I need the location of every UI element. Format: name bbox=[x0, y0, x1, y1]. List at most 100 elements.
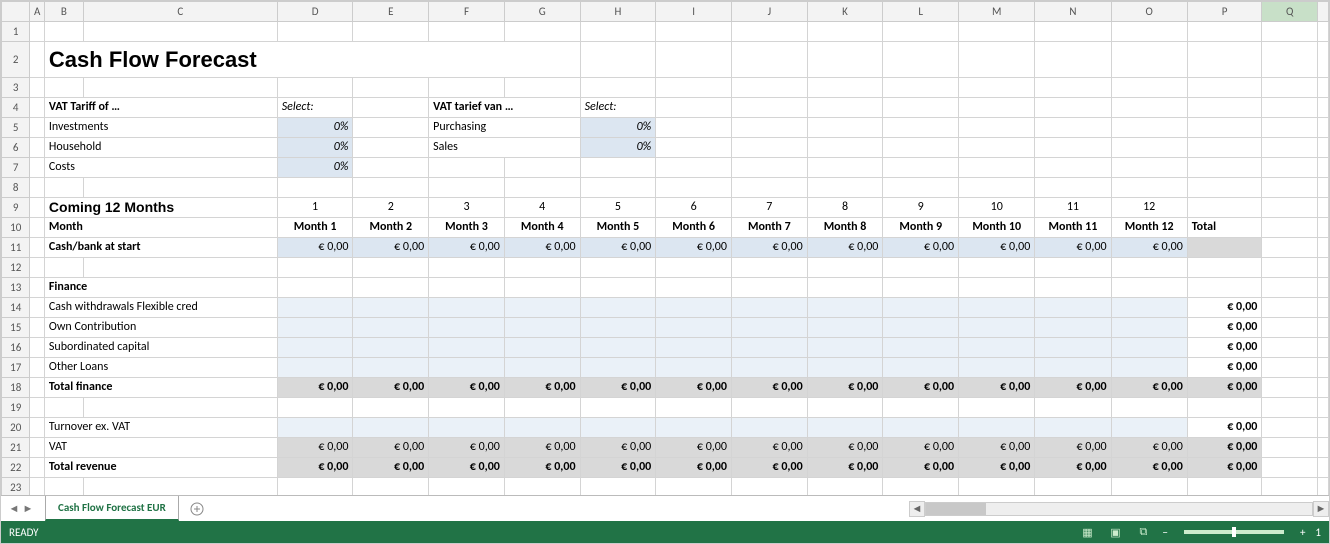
col-header-F[interactable]: F bbox=[429, 2, 505, 22]
finance-input-cell[interactable] bbox=[959, 358, 1035, 378]
sheet-tab-active[interactable]: Cash Flow Forecast EUR bbox=[45, 496, 179, 521]
finance-input-cell[interactable] bbox=[883, 318, 959, 338]
col-header-I[interactable]: I bbox=[656, 2, 732, 22]
cash-bank-value[interactable]: € 0,00 bbox=[1035, 238, 1111, 258]
view-pagebreak-icon[interactable]: ⧉ bbox=[1134, 524, 1152, 540]
row-header-4[interactable]: 4 bbox=[2, 98, 30, 118]
turnover-input-cell[interactable] bbox=[883, 418, 959, 438]
turnover-input-cell[interactable] bbox=[580, 418, 656, 438]
finance-input-cell[interactable] bbox=[504, 338, 580, 358]
turnover-input-cell[interactable] bbox=[731, 418, 807, 438]
view-normal-icon[interactable]: ▦ bbox=[1078, 524, 1096, 540]
cash-bank-value[interactable]: € 0,00 bbox=[429, 238, 505, 258]
col-header-E[interactable]: E bbox=[353, 2, 429, 22]
finance-input-cell[interactable] bbox=[429, 298, 505, 318]
finance-input-cell[interactable] bbox=[1111, 298, 1187, 318]
row-header-20[interactable]: 20 bbox=[2, 418, 30, 438]
turnover-input-cell[interactable] bbox=[1111, 418, 1187, 438]
hscroll-track[interactable] bbox=[925, 502, 1313, 516]
finance-input-cell[interactable] bbox=[959, 298, 1035, 318]
col-header-G[interactable]: G bbox=[504, 2, 580, 22]
finance-input-cell[interactable] bbox=[656, 298, 732, 318]
finance-input-cell[interactable] bbox=[353, 298, 429, 318]
zoom-slider-thumb[interactable] bbox=[1232, 527, 1236, 537]
finance-input-cell[interactable] bbox=[731, 298, 807, 318]
finance-input-cell[interactable] bbox=[429, 358, 505, 378]
tab-nav-next-icon[interactable]: ► bbox=[21, 502, 35, 516]
turnover-input-cell[interactable] bbox=[504, 418, 580, 438]
col-header-P[interactable]: P bbox=[1187, 2, 1262, 22]
col-header-D[interactable]: D bbox=[277, 2, 353, 22]
finance-input-cell[interactable] bbox=[504, 318, 580, 338]
cash-bank-value[interactable]: € 0,00 bbox=[277, 238, 353, 258]
select-all-corner[interactable] bbox=[2, 2, 30, 22]
vat-right-row-value[interactable]: 0% bbox=[580, 138, 656, 158]
cash-bank-value[interactable]: € 0,00 bbox=[353, 238, 429, 258]
cash-bank-value[interactable]: € 0,00 bbox=[807, 238, 883, 258]
finance-input-cell[interactable] bbox=[959, 338, 1035, 358]
finance-input-cell[interactable] bbox=[580, 358, 656, 378]
finance-input-cell[interactable] bbox=[807, 358, 883, 378]
turnover-input-cell[interactable] bbox=[429, 418, 505, 438]
cash-bank-value[interactable]: € 0,00 bbox=[504, 238, 580, 258]
finance-input-cell[interactable] bbox=[883, 358, 959, 378]
finance-input-cell[interactable] bbox=[656, 318, 732, 338]
row-header-6[interactable]: 6 bbox=[2, 138, 30, 158]
col-header-N[interactable]: N bbox=[1035, 2, 1111, 22]
zoom-slider[interactable] bbox=[1184, 530, 1284, 534]
finance-input-cell[interactable] bbox=[353, 318, 429, 338]
finance-input-cell[interactable] bbox=[353, 358, 429, 378]
finance-input-cell[interactable] bbox=[277, 318, 353, 338]
cash-bank-value[interactable]: € 0,00 bbox=[580, 238, 656, 258]
view-pagelayout-icon[interactable]: ▣ bbox=[1106, 524, 1124, 540]
finance-input-cell[interactable] bbox=[731, 338, 807, 358]
finance-input-cell[interactable] bbox=[1111, 318, 1187, 338]
finance-input-cell[interactable] bbox=[504, 358, 580, 378]
spreadsheet-grid[interactable]: ABCDEFGHIJKLMNOPQ 12Cash Flow Forecast34… bbox=[1, 1, 1329, 495]
row-header-21[interactable]: 21 bbox=[2, 438, 30, 458]
finance-input-cell[interactable] bbox=[1111, 338, 1187, 358]
finance-input-cell[interactable] bbox=[277, 358, 353, 378]
row-header-16[interactable]: 16 bbox=[2, 338, 30, 358]
finance-input-cell[interactable] bbox=[580, 298, 656, 318]
row-header-19[interactable]: 19 bbox=[2, 398, 30, 418]
hscroll-right-icon[interactable]: ► bbox=[1313, 501, 1329, 517]
tab-nav-prev-icon[interactable]: ◄ bbox=[7, 502, 21, 516]
cash-bank-value[interactable]: € 0,00 bbox=[883, 238, 959, 258]
finance-input-cell[interactable] bbox=[1111, 358, 1187, 378]
col-header-J[interactable]: J bbox=[731, 2, 807, 22]
finance-input-cell[interactable] bbox=[429, 318, 505, 338]
finance-input-cell[interactable] bbox=[353, 338, 429, 358]
vat-left-row-value[interactable]: 0% bbox=[277, 118, 353, 138]
zoom-in-button[interactable]: + bbox=[1300, 526, 1305, 539]
finance-input-cell[interactable] bbox=[731, 318, 807, 338]
row-header-3[interactable]: 3 bbox=[2, 78, 30, 98]
col-header-M[interactable]: M bbox=[959, 2, 1035, 22]
horizontal-scrollbar[interactable]: ◄ ► bbox=[909, 496, 1329, 521]
row-header-18[interactable]: 18 bbox=[2, 378, 30, 398]
finance-input-cell[interactable] bbox=[1035, 298, 1111, 318]
col-header-B[interactable]: B bbox=[44, 2, 83, 22]
finance-input-cell[interactable] bbox=[429, 338, 505, 358]
finance-input-cell[interactable] bbox=[277, 298, 353, 318]
turnover-input-cell[interactable] bbox=[807, 418, 883, 438]
row-header-17[interactable]: 17 bbox=[2, 358, 30, 378]
col-header-H[interactable]: H bbox=[580, 2, 656, 22]
hscroll-left-icon[interactable]: ◄ bbox=[909, 501, 925, 517]
finance-input-cell[interactable] bbox=[731, 358, 807, 378]
cash-bank-value[interactable]: € 0,00 bbox=[656, 238, 732, 258]
finance-input-cell[interactable] bbox=[504, 298, 580, 318]
col-header-L[interactable]: L bbox=[883, 2, 959, 22]
col-header-Q[interactable]: Q bbox=[1262, 2, 1318, 22]
turnover-input-cell[interactable] bbox=[277, 418, 353, 438]
finance-input-cell[interactable] bbox=[1035, 338, 1111, 358]
col-header-O[interactable]: O bbox=[1111, 2, 1187, 22]
turnover-input-cell[interactable] bbox=[353, 418, 429, 438]
finance-input-cell[interactable] bbox=[580, 338, 656, 358]
finance-input-cell[interactable] bbox=[656, 358, 732, 378]
row-header-14[interactable]: 14 bbox=[2, 298, 30, 318]
row-header-2[interactable]: 2 bbox=[2, 42, 30, 78]
row-header-22[interactable]: 22 bbox=[2, 458, 30, 478]
row-header-23[interactable]: 23 bbox=[2, 478, 30, 496]
col-header-K[interactable]: K bbox=[807, 2, 883, 22]
